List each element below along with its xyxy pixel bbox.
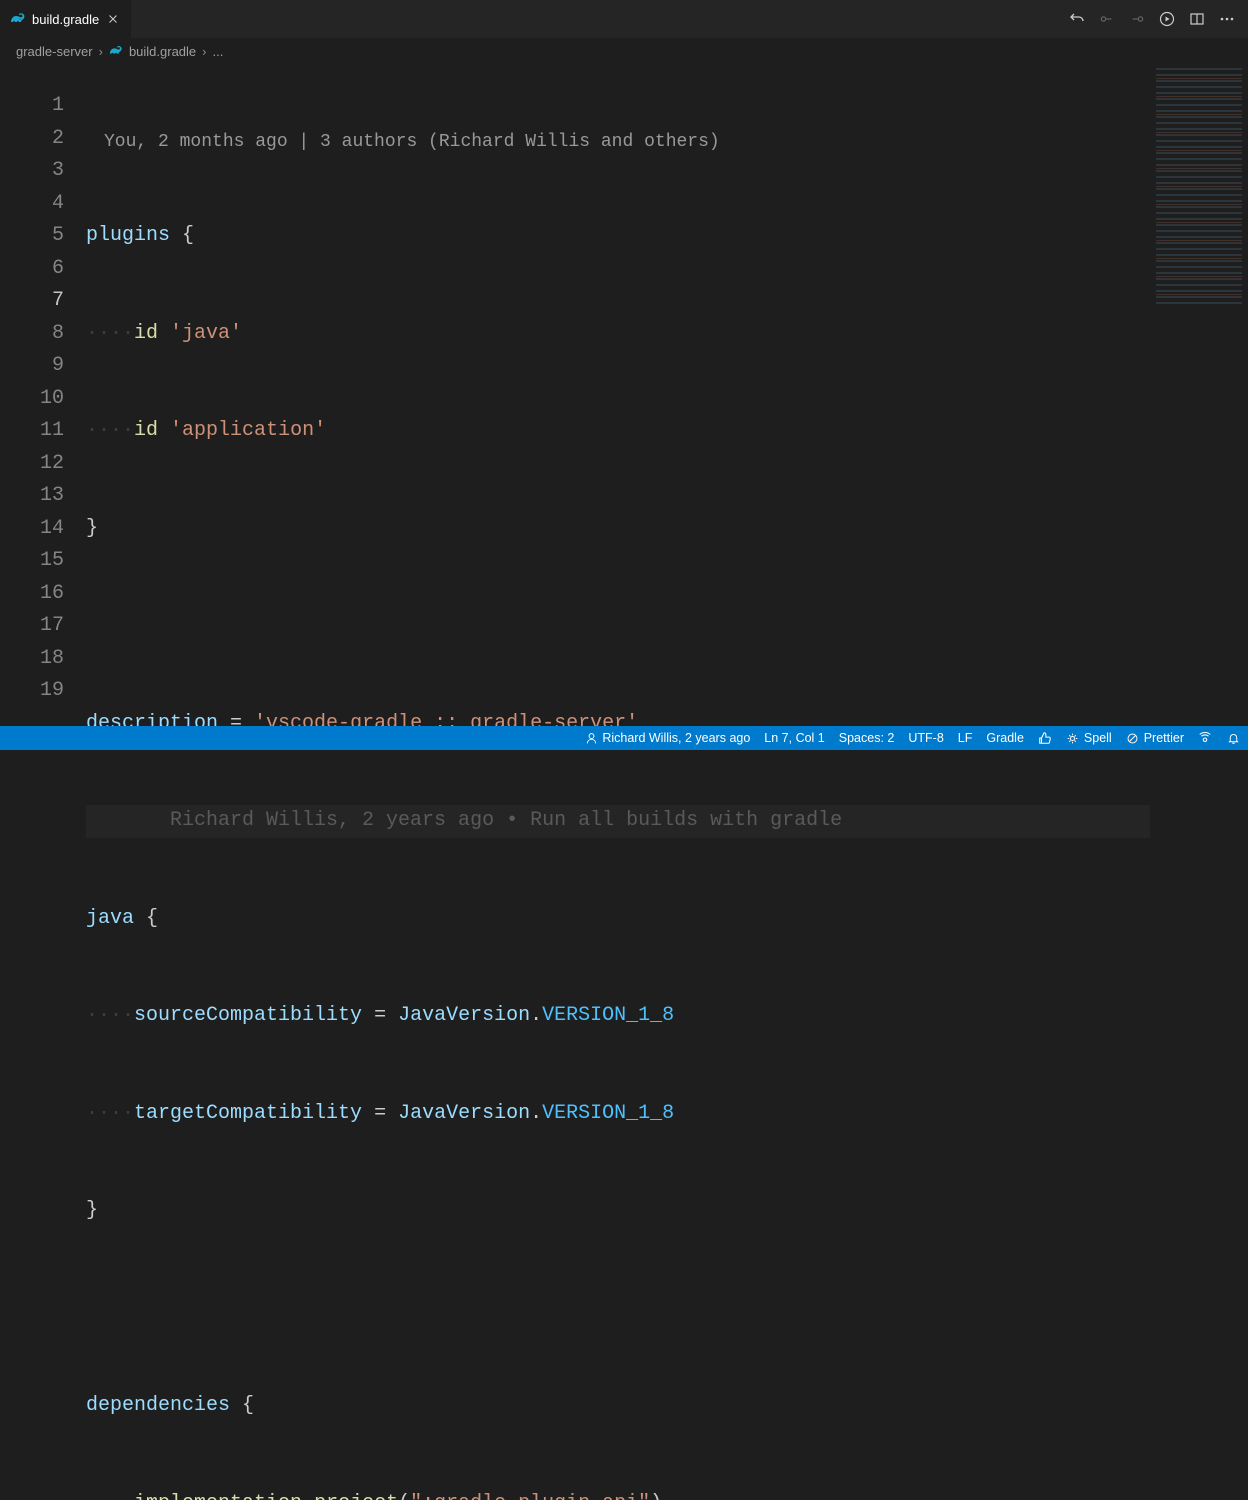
status-indentation[interactable]: Spaces: 2 [839,731,895,745]
status-language[interactable]: Gradle [986,731,1024,745]
prohibit-icon [1126,731,1140,745]
line-number: 1 [0,90,64,123]
gradle-file-icon [10,11,26,27]
line-number: 17 [0,610,64,643]
bell-icon [1226,731,1240,745]
status-encoding[interactable]: UTF-8 [908,731,943,745]
editor-actions [1068,10,1248,28]
revert-icon[interactable] [1068,10,1086,28]
line-number: 8 [0,318,64,351]
breadcrumb-trail[interactable]: ... [213,44,224,59]
line-number-gutter: 1 2 3 4 5 6 7 8 9 10 11 12 13 14 15 16 1… [0,64,86,726]
line-number: 2 [0,123,64,156]
minimap-content [1156,68,1242,308]
line-number: 7 [0,285,64,318]
line-number: 15 [0,545,64,578]
breadcrumb[interactable]: gradle-server › build.gradle › ... [0,38,1248,64]
line-number: 16 [0,578,64,611]
breadcrumb-folder[interactable]: gradle-server [16,44,93,59]
thumbs-up-icon [1038,731,1052,745]
tab-close-icon[interactable] [105,11,121,27]
status-feedback[interactable] [1038,731,1052,745]
minimap[interactable] [1150,64,1248,726]
gitlens-blame-header[interactable]: You, 2 months ago | 3 authors (Richard W… [86,129,1150,155]
line-number: 5 [0,220,64,253]
line-number: 3 [0,155,64,188]
code-editor[interactable]: 1 2 3 4 5 6 7 8 9 10 11 12 13 14 15 16 1… [0,64,1248,726]
code-content[interactable]: You, 2 months ago | 3 authors (Richard W… [86,64,1150,726]
line-number: 9 [0,350,64,383]
more-actions-icon[interactable] [1218,10,1236,28]
gradle-file-icon [109,44,123,58]
line-number: 12 [0,448,64,481]
chevron-right-icon: › [202,44,206,59]
broadcast-icon [1198,731,1212,745]
status-live-share[interactable] [1198,731,1212,745]
tab-filename: build.gradle [32,12,99,27]
status-cursor-position[interactable]: Ln 7, Col 1 [764,731,824,745]
line-number: 14 [0,513,64,546]
line-number: 6 [0,253,64,286]
status-blame[interactable]: Richard Willis, 2 years ago [584,731,750,745]
status-notifications[interactable] [1226,731,1240,745]
line-number: 4 [0,188,64,221]
person-icon [584,731,598,745]
gitlens-inline-blame[interactable]: Richard Willis, 2 years ago • Run all bu… [86,809,842,832]
line-number: 13 [0,480,64,513]
tabs-bar: build.gradle [0,0,1248,38]
status-spell[interactable]: Spell [1066,731,1112,745]
run-icon[interactable] [1158,10,1176,28]
split-editor-icon[interactable] [1188,10,1206,28]
line-number: 10 [0,383,64,416]
tab-build-gradle[interactable]: build.gradle [0,0,131,38]
status-eol[interactable]: LF [958,731,973,745]
status-prettier[interactable]: Prettier [1126,731,1184,745]
breadcrumb-file[interactable]: build.gradle [129,44,196,59]
line-number: 19 [0,675,64,708]
chevron-right-icon: › [99,44,103,59]
prev-change-icon[interactable] [1098,10,1116,28]
line-number: 18 [0,643,64,676]
line-number: 11 [0,415,64,448]
next-change-icon[interactable] [1128,10,1146,28]
gear-icon [1066,731,1080,745]
status-bar: Richard Willis, 2 years ago Ln 7, Col 1 … [0,726,1248,750]
